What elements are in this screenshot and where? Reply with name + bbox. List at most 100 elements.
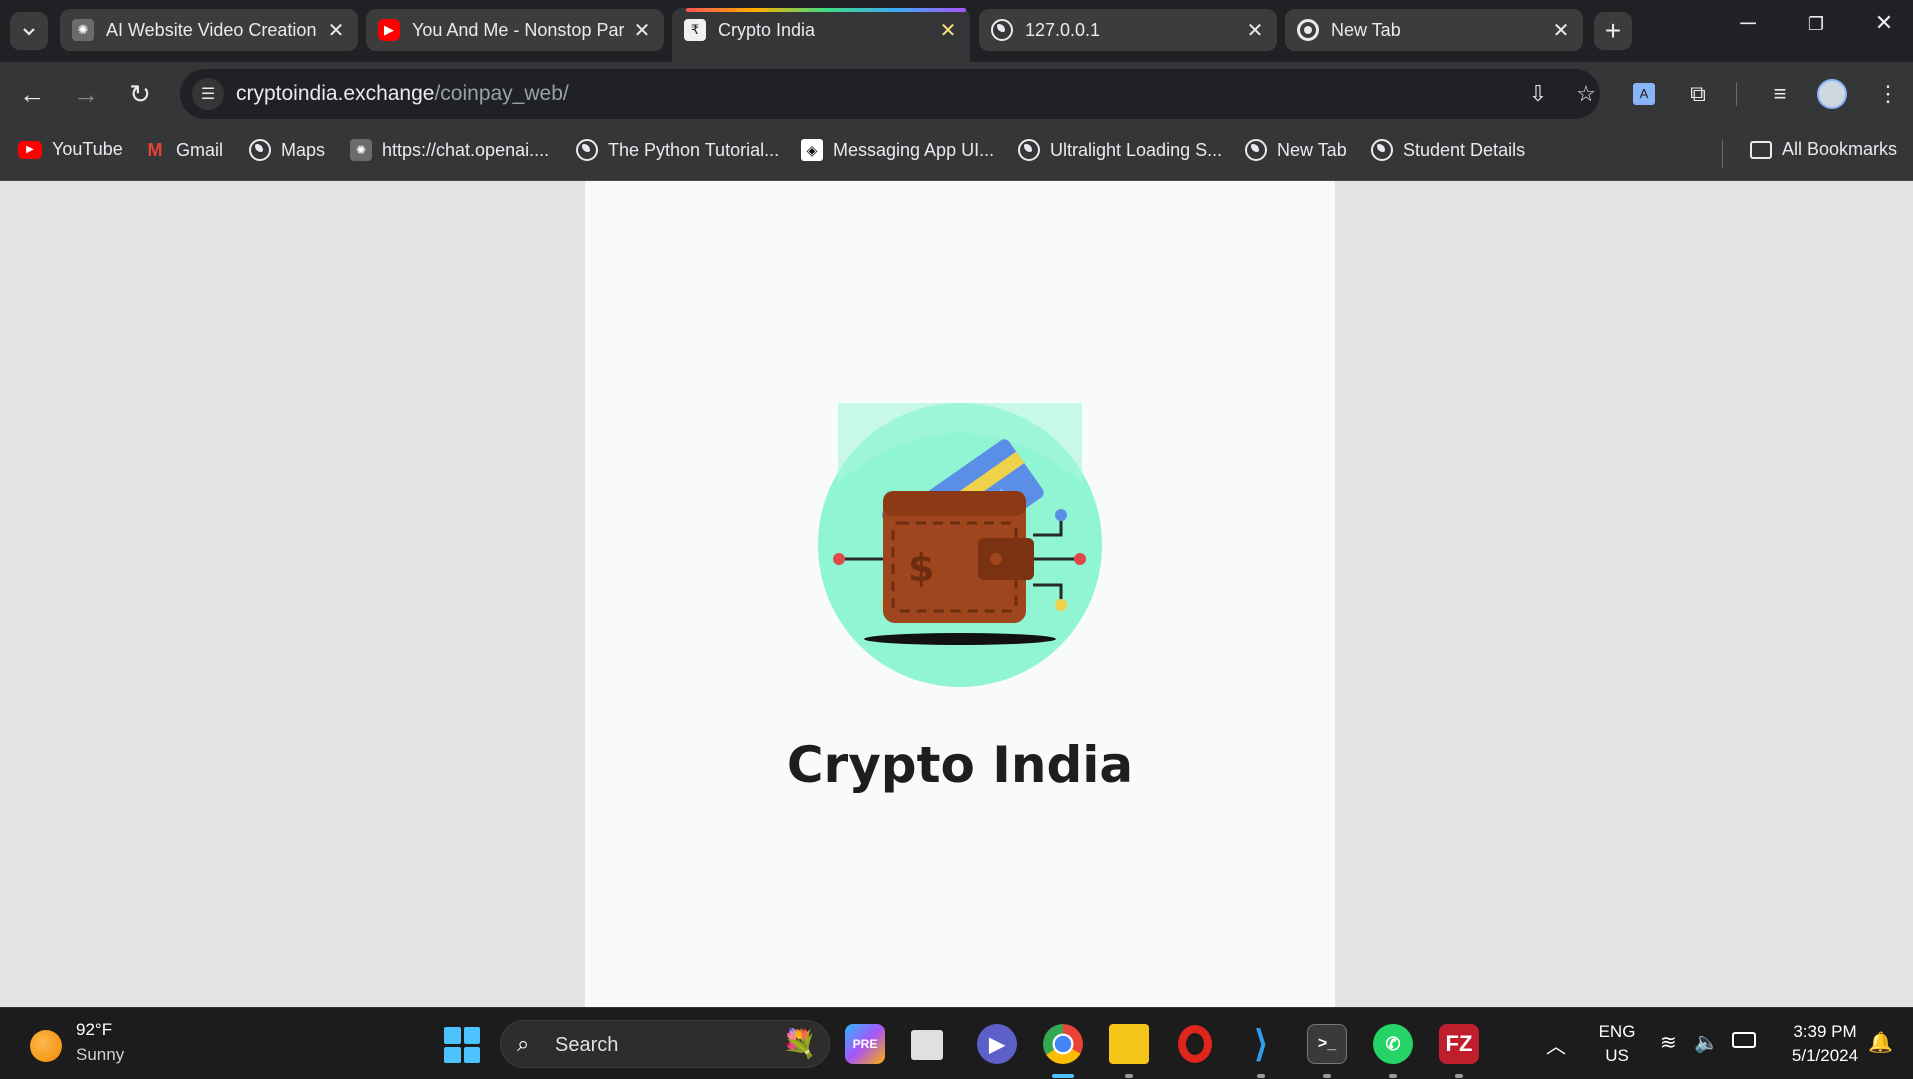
bookmark-label: Messaging App UI... [833,139,995,160]
splash-screen: $ Crypto India [585,181,1335,1007]
chevron-down-icon [23,28,35,36]
globe-icon [1018,139,1040,161]
all-bookmarks-button[interactable]: All Bookmarks [1750,139,1897,160]
sun-icon[interactable] [30,1030,62,1062]
site-info-icon[interactable]: ☰ [192,78,224,110]
bookmarks-bar: ▶ YouTube M Gmail Maps ✺ https://chat.op… [0,126,1913,181]
copilot-icon[interactable]: PRE [845,1024,885,1064]
tab-title: AI Website Video Creation [106,19,317,40]
close-icon[interactable]: ✕ [632,18,652,43]
close-icon[interactable]: ✕ [326,18,346,43]
translate-extension-icon[interactable]: A [1628,78,1660,110]
profile-avatar[interactable] [1816,78,1848,110]
language-secondary[interactable]: US [1594,1046,1640,1066]
bookmark-messaging-app[interactable]: ◈ Messaging App UI... [801,139,994,161]
language-primary[interactable]: ENG [1594,1022,1640,1042]
chrome-icon [1297,19,1319,41]
tab-ai-website[interactable]: ✺ AI Website Video Creation ✕ [60,9,358,51]
tab-loading-indicator [686,8,966,12]
toolbar-divider [1736,82,1737,106]
globe-icon [576,139,598,161]
globe-icon [1371,139,1393,161]
tab-you-and-me[interactable]: ▶ You And Me - Nonstop Party ✕ [366,9,664,51]
bookmark-student-details[interactable]: Student Details [1371,139,1525,161]
taskbar-search-box[interactable]: ⌕ Search 💐 [500,1020,830,1068]
weather-temperature[interactable]: 92°F [76,1020,112,1040]
new-tab-button[interactable]: + [1594,12,1632,50]
tab-new-tab[interactable]: New Tab ✕ [1285,9,1583,51]
url-text[interactable]: cryptoindia.exchange/coinpay_web/ [236,82,569,106]
browser-toolbar: ← → ↻ ☰ cryptoindia.exchange/coinpay_web… [0,62,1913,126]
terminal-icon[interactable]: >_ [1307,1024,1347,1064]
file-explorer-icon[interactable] [1109,1024,1149,1064]
rupee-icon: ₹ [684,19,706,41]
windows-start-icon[interactable] [444,1027,480,1063]
bookmark-new-tab[interactable]: New Tab [1245,139,1347,161]
app-running-indicator [1125,1074,1133,1078]
teams-meet-icon[interactable]: ▶ [977,1024,1017,1064]
clock-date[interactable]: 5/1/2024 [1770,1046,1880,1066]
tab-search-button[interactable] [10,12,48,50]
all-bookmarks-label: All Bookmarks [1782,139,1898,159]
globe-icon [1245,139,1267,161]
tab-title: You And Me - Nonstop Party [412,19,624,40]
extensions-icon[interactable]: ⧉ [1682,78,1714,110]
bookmark-star-icon[interactable]: ☆ [1570,78,1602,110]
vscode-icon[interactable]: ⟩ [1241,1023,1281,1064]
bookmark-label: Ultralight Loading S... [1050,139,1223,160]
url-path: /coinpay_web/ [434,82,569,105]
reload-icon[interactable]: ↻ [122,76,158,112]
flowers-icon: 💐 [782,1028,817,1059]
weather-condition[interactable]: Sunny [76,1045,124,1065]
filezilla-icon[interactable]: FZ [1439,1024,1479,1064]
close-icon[interactable]: ✕ [1245,18,1265,43]
bookmark-ultralight-loading[interactable]: Ultralight Loading S... [1018,139,1222,161]
close-icon[interactable]: ✕ [938,18,958,43]
bookmark-label: Gmail [176,139,224,160]
tab-localhost[interactable]: 127.0.0.1 ✕ [979,9,1277,51]
chevron-up-icon[interactable]: ︿ [1546,1030,1566,1059]
forward-arrow-icon[interactable]: → [68,76,104,112]
whatsapp-icon[interactable]: ✆ [1373,1024,1413,1064]
more-menu-icon[interactable]: ⋮ [1872,78,1904,110]
bookmark-youtube[interactable]: ▶ YouTube [18,139,123,160]
wifi-icon[interactable]: ≋ [1660,1030,1677,1055]
globe-icon [991,19,1013,41]
minimize-icon[interactable]: ─ [1728,10,1768,36]
bookmark-label: The Python Tutorial... [608,139,780,160]
window-close-icon[interactable]: ✕ [1864,10,1904,36]
task-view-icon[interactable] [911,1030,943,1060]
tab-title: 127.0.0.1 [1025,19,1101,40]
openai-icon: ✺ [72,19,94,41]
bookmarks-divider [1722,140,1723,168]
clock-time[interactable]: 3:39 PM [1770,1022,1880,1042]
openai-icon: ✺ [350,139,372,161]
back-arrow-icon[interactable]: ← [14,76,50,112]
opera-icon[interactable] [1175,1024,1215,1064]
tab-strip: ✺ AI Website Video Creation ✕ ▶ You And … [0,0,1913,62]
install-app-icon[interactable]: ⇩ [1522,78,1554,110]
notification-bell-icon[interactable]: 🔔 [1868,1030,1893,1055]
battery-icon[interactable] [1732,1032,1756,1048]
bookmark-chat-openai[interactable]: ✺ https://chat.openai.... [350,139,549,161]
search-icon: ⌕ [517,1031,530,1056]
tab-crypto-india[interactable]: ₹ Crypto India ✕ [672,8,970,62]
codepen-icon: ◈ [801,139,823,161]
bookmark-gmail[interactable]: M Gmail [144,139,224,161]
address-bar[interactable]: ☰ cryptoindia.exchange/coinpay_web/ ⇩ ☆ [180,69,1600,119]
restore-icon[interactable]: ❐ [1796,14,1836,35]
close-icon[interactable]: ✕ [1551,18,1571,43]
url-host: cryptoindia.exchange [236,82,435,105]
chrome-taskbar-icon[interactable] [1043,1024,1083,1064]
folder-icon [1750,140,1772,159]
youtube-icon: ▶ [378,19,400,41]
volume-icon[interactable]: 🔈 [1694,1030,1719,1055]
tab-title: New Tab [1331,19,1401,40]
bookmark-maps[interactable]: Maps [249,139,325,161]
brand-title: Crypto India [786,736,1134,794]
media-control-icon[interactable]: ≡ [1764,78,1796,110]
search-label: Search [555,1034,619,1056]
bookmark-python-tutorial[interactable]: The Python Tutorial... [576,139,779,161]
gmail-icon: M [147,139,163,160]
chrome-active-indicator [1052,1074,1074,1078]
